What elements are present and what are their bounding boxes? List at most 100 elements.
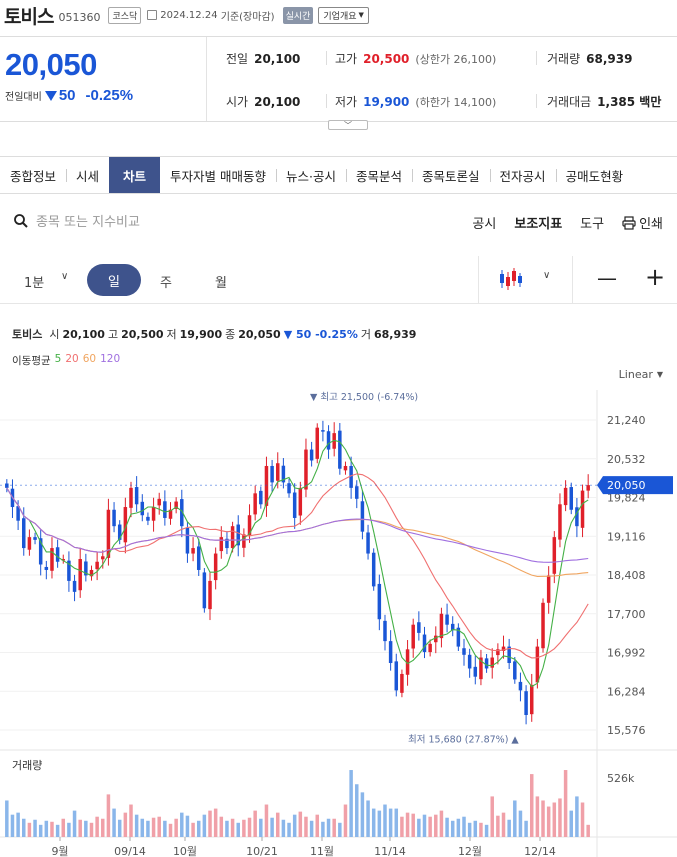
low-label: 저가 bbox=[335, 95, 358, 109]
volume-bar bbox=[146, 820, 150, 837]
volume-bar bbox=[552, 802, 557, 837]
tab-overview[interactable]: 종합정보 bbox=[0, 157, 66, 193]
volume-bar bbox=[157, 816, 161, 837]
tab-discussion[interactable]: 종목토론실 bbox=[412, 157, 490, 193]
volume-bar bbox=[298, 811, 303, 837]
ma5-label: 5 bbox=[54, 353, 62, 365]
open-cell: 시가 20,100 bbox=[226, 93, 300, 110]
trade-date: 2024.12.24 bbox=[160, 9, 218, 21]
period-month[interactable]: 월 bbox=[215, 272, 227, 291]
chevron-down-icon[interactable]: ∨ bbox=[61, 271, 68, 282]
ma60-label: 60 bbox=[82, 353, 97, 365]
volume-bar bbox=[304, 816, 308, 837]
chevron-down-icon[interactable]: ∨ bbox=[543, 270, 550, 281]
volume-bar bbox=[371, 808, 376, 837]
volume-bar bbox=[496, 815, 500, 837]
candle-body bbox=[355, 486, 359, 499]
indicator-button[interactable]: 보조지표 bbox=[514, 213, 562, 232]
tab-news[interactable]: 뉴스·공시 bbox=[276, 157, 346, 193]
tab-investor-trends[interactable]: 투자자별 매매동향 bbox=[160, 157, 276, 193]
low-value: 19,900 bbox=[363, 95, 410, 109]
candle-body bbox=[473, 666, 478, 677]
volume-bar bbox=[101, 818, 105, 837]
volume-bar bbox=[535, 796, 540, 837]
volume-bar bbox=[55, 824, 60, 837]
candle-body bbox=[129, 487, 133, 508]
volume-bar bbox=[541, 800, 545, 837]
tab-bar: 종합정보 시세 차트 투자자별 매매동향 뉴스·공시 종목분석 종목토론실 전자… bbox=[0, 156, 677, 194]
tab-analysis[interactable]: 종목분석 bbox=[346, 157, 412, 193]
volume-bar bbox=[134, 814, 139, 837]
tab-short-selling[interactable]: 공매도현황 bbox=[555, 157, 634, 193]
y-tick-label: 18,408 bbox=[607, 569, 646, 582]
volume-bar bbox=[321, 821, 325, 837]
x-tick-label: 12월 bbox=[458, 845, 482, 857]
tool-button[interactable]: 도구 bbox=[580, 213, 604, 232]
zoom-in-icon[interactable]: + bbox=[645, 263, 665, 291]
search-input[interactable] bbox=[36, 212, 296, 232]
volume-bar bbox=[473, 820, 478, 837]
tab-quotes[interactable]: 시세 bbox=[66, 157, 109, 193]
volume-short-label: 거 bbox=[360, 328, 371, 341]
period-week[interactable]: 주 bbox=[160, 272, 172, 291]
amount-cell: 거래대금 1,385 백만 bbox=[547, 93, 661, 110]
volume-bar bbox=[275, 812, 280, 837]
volume-bar bbox=[213, 808, 218, 837]
zoom-out-icon[interactable]: — bbox=[597, 266, 617, 290]
notice-button[interactable]: 공시 bbox=[472, 213, 496, 232]
candle-body bbox=[146, 516, 150, 521]
corp-info-button[interactable]: 기업개요 ▼ bbox=[318, 6, 369, 24]
candle-body bbox=[72, 580, 77, 592]
volume-bar bbox=[151, 817, 156, 837]
price-chart[interactable]: 21,24020,53219,82419,11618,40817,70016,9… bbox=[0, 390, 677, 857]
volume-bar bbox=[140, 818, 145, 837]
candle-body bbox=[563, 487, 568, 506]
print-button[interactable]: 인쇄 bbox=[622, 213, 663, 232]
volume-bar bbox=[230, 818, 235, 837]
volume-bar bbox=[575, 796, 579, 837]
period-day[interactable]: 일 bbox=[87, 264, 141, 296]
candle-body bbox=[558, 504, 562, 540]
candle-body bbox=[462, 648, 466, 655]
chevron-down-icon: ﹀ bbox=[344, 120, 352, 130]
volume-bar bbox=[129, 804, 133, 837]
candle-body bbox=[422, 634, 427, 653]
volume-bar bbox=[309, 820, 314, 837]
volume-bar bbox=[202, 814, 207, 837]
tab-disclosure[interactable]: 전자공시 bbox=[489, 157, 556, 193]
period-minute[interactable]: 1분 bbox=[24, 272, 44, 291]
candle-body bbox=[304, 449, 308, 490]
y-tick-label: 17,700 bbox=[607, 608, 646, 621]
volume-bar bbox=[360, 792, 365, 837]
open-short-label: 시 bbox=[49, 328, 60, 341]
volume-label: 거래량 bbox=[547, 52, 581, 66]
ma60-line bbox=[6, 487, 589, 577]
candle-type-icon[interactable] bbox=[498, 266, 524, 292]
price-panel: 20,050 전일대비 50 -0.25% 전일 20,100 고가 20,50… bbox=[0, 36, 677, 130]
chart-stock-name: 토비스 bbox=[12, 328, 43, 341]
volume-bar bbox=[253, 810, 257, 837]
realtime-button[interactable]: 실시간 bbox=[282, 6, 314, 24]
chart-low: 19,900 bbox=[179, 328, 223, 341]
candle-body bbox=[371, 552, 376, 587]
high-cell: 고가 20,500 (상한가 26,100) bbox=[335, 50, 496, 67]
prev-close-value: 20,100 bbox=[254, 52, 301, 66]
chart-change: ▼ 50 -0.25% bbox=[283, 328, 358, 341]
amount-label: 거래대금 bbox=[547, 95, 592, 109]
volume-bar bbox=[546, 806, 551, 837]
volume-bar bbox=[180, 812, 184, 837]
expand-button[interactable]: ﹀ bbox=[328, 120, 368, 130]
x-tick-label: 10월 bbox=[173, 845, 197, 857]
scale-selector[interactable]: Linear ▼ bbox=[619, 368, 663, 381]
volume-bar bbox=[163, 820, 167, 837]
candle-body bbox=[292, 492, 297, 518]
volume-bar bbox=[292, 814, 297, 837]
lower-limit: (하한가 14,100) bbox=[415, 96, 497, 109]
change-value: 50 bbox=[58, 87, 76, 104]
search-icon[interactable] bbox=[14, 214, 28, 228]
volume-bar bbox=[456, 818, 461, 837]
volume-bar bbox=[411, 813, 415, 837]
volume-bar bbox=[174, 818, 178, 837]
candle-body bbox=[253, 493, 257, 515]
tab-chart[interactable]: 차트 bbox=[109, 157, 161, 193]
